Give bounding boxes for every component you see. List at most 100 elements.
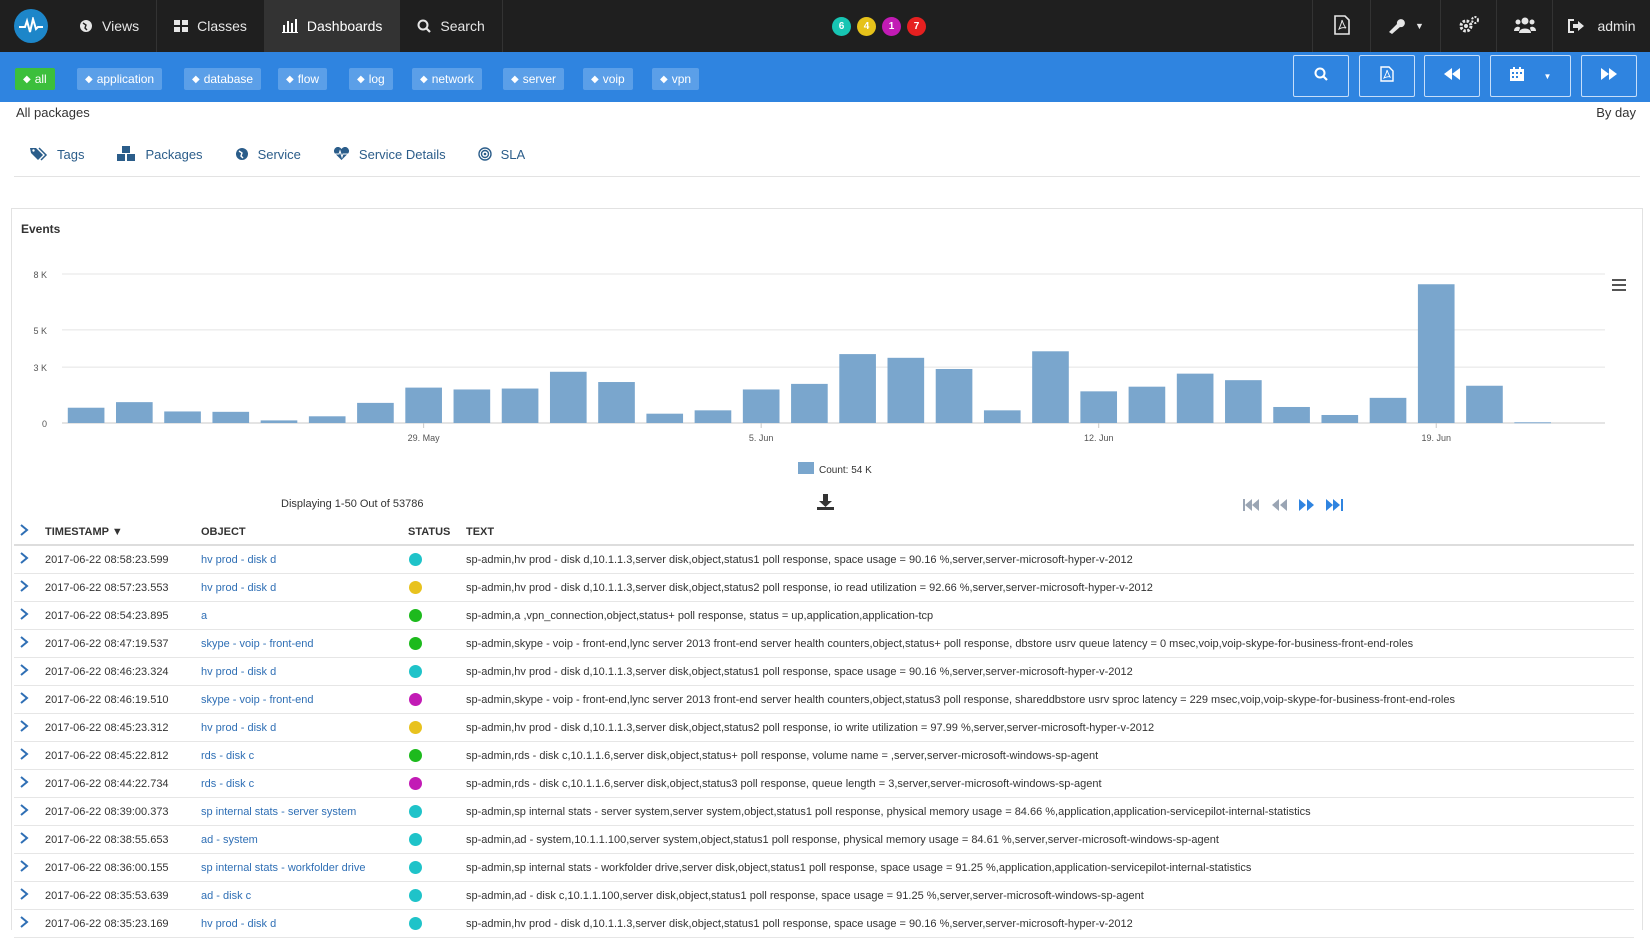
chart-bar [212, 411, 250, 423]
table-row[interactable]: 2017-06-22 08:35:23.169 hv prod - disk d s… [14, 910, 1634, 938]
table-row[interactable]: 2017-06-22 08:45:23.312 hv prod - disk d s… [14, 714, 1634, 742]
row-object-link[interactable]: hv prod - disk d [201, 722, 276, 734]
chart-bar [1176, 373, 1214, 423]
row-text: sp-admin,hv prod - disk d,10.1.1.3,serve… [466, 582, 1153, 594]
chart-bar [646, 413, 684, 423]
row-object-link[interactable]: hv prod - disk d [201, 554, 276, 566]
expand-row-toggle[interactable] [20, 776, 29, 791]
expand-row-toggle[interactable] [20, 804, 29, 819]
row-timestamp: 2017-06-22 08:35:53.639 [45, 890, 169, 902]
row-object-link[interactable]: ad - disk c [201, 890, 251, 902]
row-object-link[interactable]: hv prod - disk d [201, 582, 276, 594]
column-status[interactable]: STATUS [408, 526, 450, 538]
expand-row-toggle[interactable] [20, 720, 29, 735]
row-text: sp-admin,hv prod - disk d,10.1.1.3,serve… [466, 722, 1155, 734]
row-timestamp: 2017-06-22 08:45:23.312 [45, 722, 169, 734]
row-timestamp: 2017-06-22 08:46:19.510 [45, 694, 169, 706]
expand-row-toggle[interactable] [20, 664, 29, 679]
expand-row-toggle[interactable] [20, 608, 29, 623]
status-indicator [409, 721, 422, 734]
row-timestamp: 2017-06-22 08:39:00.373 [45, 806, 169, 818]
table-row[interactable]: 2017-06-22 08:35:53.639 ad - disk c sp-adm… [14, 882, 1634, 910]
row-object-link[interactable]: hv prod - disk d [201, 666, 276, 678]
row-text: sp-admin,sp internal stats - server syst… [466, 806, 1311, 818]
next-page-button[interactable] [1298, 498, 1315, 512]
row-text: sp-admin,hv prod - disk d,10.1.1.3,serve… [466, 666, 1133, 678]
chart-bar [1273, 406, 1310, 423]
expand-row-toggle[interactable] [20, 888, 29, 903]
row-object-link[interactable]: a [201, 610, 207, 622]
row-object-link[interactable]: skype - voip - front-end [201, 638, 314, 650]
chart-bar [453, 389, 491, 423]
chart-bar [549, 371, 587, 423]
table-row[interactable]: 2017-06-22 08:46:19.510 skype - voip - fr… [14, 686, 1634, 714]
status-indicator [409, 833, 422, 846]
expand-all-toggle[interactable] [20, 524, 29, 539]
column-object[interactable]: OBJECT [201, 526, 246, 538]
row-timestamp: 2017-06-22 08:44:22.734 [45, 778, 169, 790]
last-page-button[interactable] [1325, 498, 1343, 512]
pagination-summary: Displaying 1-50 Out of 53786 [281, 498, 424, 510]
row-object-link[interactable]: hv prod - disk d [201, 918, 276, 930]
chart-bar [116, 402, 153, 423]
column-timestamp[interactable]: TIMESTAMP ▼ [45, 526, 123, 538]
status-indicator [409, 749, 422, 762]
table-row[interactable]: 2017-06-22 08:36:00.155 sp internal stats… [14, 854, 1634, 882]
row-timestamp: 2017-06-22 08:58:23.599 [45, 554, 169, 566]
chart-bar [983, 410, 1021, 423]
chart-bar [1466, 385, 1503, 423]
chart-bar [1128, 386, 1166, 423]
expand-row-toggle[interactable] [20, 552, 29, 567]
y-tick-label: 0 [42, 419, 47, 429]
expand-row-toggle[interactable] [20, 580, 29, 595]
table-row[interactable]: 2017-06-22 08:54:23.895 a sp-admin,a ,vpn_… [14, 602, 1634, 630]
row-object-link[interactable]: rds - disk c [201, 750, 254, 762]
row-text: sp-admin,sp internal stats - workfolder … [466, 862, 1252, 874]
row-timestamp: 2017-06-22 08:35:23.169 [45, 918, 169, 930]
status-indicator [409, 889, 422, 902]
chart-bar [1080, 391, 1118, 423]
row-object-link[interactable]: sp internal stats - server system [201, 806, 356, 818]
table-row[interactable]: 2017-06-22 08:44:22.734 rds - disk c sp-ad… [14, 770, 1634, 798]
expand-row-toggle[interactable] [20, 636, 29, 651]
table-row[interactable]: 2017-06-22 08:58:23.599 hv prod - disk d s… [14, 546, 1634, 574]
chart-bar [742, 389, 780, 423]
chart-bar [887, 357, 925, 423]
table-row[interactable]: 2017-06-22 08:39:00.373 sp internal stats… [14, 798, 1634, 826]
expand-row-toggle[interactable] [20, 916, 29, 931]
chart-bar [164, 411, 201, 423]
row-object-link[interactable]: sp internal stats - workfolder drive [201, 862, 365, 874]
table-row[interactable]: 2017-06-22 08:46:23.324 hv prod - disk d s… [14, 658, 1634, 686]
expand-row-toggle[interactable] [20, 748, 29, 763]
previous-page-button[interactable] [1271, 498, 1288, 512]
column-text[interactable]: TEXT [466, 526, 494, 538]
y-tick-label: 5 K [33, 326, 47, 336]
chart-menu-button[interactable] [1612, 278, 1626, 296]
y-tick-label: 8 K [33, 270, 47, 280]
status-indicator [409, 693, 422, 706]
download-button[interactable] [817, 494, 834, 515]
status-indicator [409, 637, 422, 650]
expand-row-toggle[interactable] [20, 692, 29, 707]
row-text: sp-admin,rds - disk c,10.1.1.6,server di… [466, 750, 1099, 762]
table-row[interactable]: 2017-06-22 08:38:55.653 ad - system sp-adm… [14, 826, 1634, 854]
row-object-link[interactable]: rds - disk c [201, 778, 254, 790]
chart-bar [694, 410, 732, 423]
row-object-link[interactable]: skype - voip - front-end [201, 694, 314, 706]
row-text: sp-admin,skype - voip - front-end,lync s… [466, 638, 1414, 650]
table-row[interactable]: 2017-06-22 08:45:22.812 rds - disk c sp-ad… [14, 742, 1634, 770]
status-indicator [409, 665, 422, 678]
expand-row-toggle[interactable] [20, 860, 29, 875]
table-row[interactable]: 2017-06-22 08:57:23.553 hv prod - disk d s… [14, 574, 1634, 602]
y-tick-label: 3 K [33, 363, 47, 373]
first-page-button[interactable] [1243, 498, 1261, 512]
status-indicator [409, 581, 422, 594]
status-indicator [409, 861, 422, 874]
status-indicator [409, 805, 422, 818]
status-indicator [409, 777, 422, 790]
row-text: sp-admin,ad - system,10.1.1.100,server s… [466, 834, 1219, 846]
hamburger-icon [1612, 278, 1626, 295]
table-row[interactable]: 2017-06-22 08:47:19.537 skype - voip - fr… [14, 630, 1634, 658]
expand-row-toggle[interactable] [20, 832, 29, 847]
row-object-link[interactable]: ad - system [201, 834, 258, 846]
